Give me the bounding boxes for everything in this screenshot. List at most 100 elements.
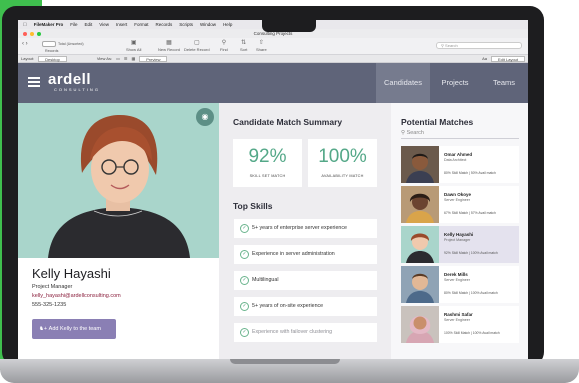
- layout-label: Layout:: [21, 56, 35, 61]
- delete-record-button[interactable]: ▢ Delete Record: [184, 40, 210, 52]
- potential-matches-panel: Potential Matches ⚲ Search Omar Ahmed Da…: [391, 103, 528, 360]
- share-button[interactable]: ⇧ Share: [256, 40, 267, 52]
- match-stats: 92% Skill Match | 100% Avail match: [444, 251, 498, 255]
- candidate-title: Project Manager: [32, 284, 73, 290]
- avatar: [401, 226, 439, 263]
- candidate-name: Kelly Hayashi: [32, 266, 111, 281]
- match-summary-panel: Candidate Match Summary 92% SKILL SET MA…: [219, 103, 391, 360]
- skill-match-value: 92%: [248, 146, 287, 167]
- share-label: Share: [256, 47, 267, 52]
- match-card[interactable]: Rashmi Safar Server Engineer 100% Skill …: [401, 306, 519, 343]
- toolbar-search-input[interactable]: ⚲ Search: [436, 42, 522, 49]
- match-name: Kelly Hayashi: [444, 232, 474, 237]
- apple-icon[interactable]: : [23, 22, 27, 28]
- menu-view[interactable]: View: [99, 22, 109, 27]
- brand-logo: ardell CONSULTING: [48, 72, 100, 92]
- skill-item: ✓ Experience with failover clustering: [234, 323, 377, 342]
- menu-records[interactable]: Records: [156, 22, 173, 27]
- menu-window[interactable]: Window: [200, 22, 216, 27]
- menu-format[interactable]: Format: [134, 22, 148, 27]
- candidate-phone: 555-325-1235: [32, 302, 67, 308]
- new-record-label: New Record: [158, 47, 181, 52]
- close-window-button[interactable]: [23, 32, 27, 36]
- menu-help[interactable]: Help: [223, 22, 232, 27]
- brand-subtitle: CONSULTING: [54, 87, 100, 92]
- candidate-portrait: [18, 103, 219, 258]
- sort-button[interactable]: ⇅ Sort: [240, 40, 247, 52]
- new-record-button[interactable]: ▦ New Record: [158, 40, 180, 52]
- match-name: Derek Mills: [444, 272, 468, 277]
- share-icon: ⇧: [258, 40, 264, 46]
- match-stats: 100% Skill Match | 100% Avail match: [444, 331, 500, 335]
- availability-match-value: 100%: [318, 146, 367, 167]
- find-icon: ⚲: [221, 40, 227, 46]
- find-button[interactable]: ⚲ Find: [220, 40, 228, 52]
- camera-notch: [262, 20, 316, 32]
- match-stats: 67% Skill Match | 57% Avail match: [444, 211, 496, 215]
- skill-item: ✓ 5+ years of on-site experience: [234, 297, 377, 316]
- text-format-button[interactable]: Aa: [482, 56, 487, 62]
- match-role: Project Manager: [444, 237, 471, 242]
- show-all-button[interactable]: ▣ Show All: [126, 40, 141, 52]
- avatar: [401, 146, 439, 183]
- layout-bar: Layout: Desktop View As: ▭ ☰ ▦ Preview A…: [18, 55, 528, 63]
- laptop-bezel:  FileMaker Pro File Edit View Insert Fo…: [2, 6, 544, 366]
- add-person-icon: ♞+: [39, 326, 49, 332]
- skill-text: 5+ years of on-site experience: [252, 303, 324, 309]
- candidate-photo: ◉: [18, 103, 219, 258]
- edit-layout-button[interactable]: Edit Layout: [490, 55, 525, 62]
- check-circle-icon: ✓: [240, 250, 249, 259]
- menu-insert[interactable]: Insert: [116, 22, 127, 27]
- matches-search-input[interactable]: ⚲ Search: [401, 130, 424, 136]
- minimize-window-button[interactable]: [30, 32, 34, 36]
- candidate-email[interactable]: kelly_hayashi@ardellconsulting.com: [32, 293, 121, 299]
- match-name: Rashmi Safar: [444, 312, 473, 317]
- avatar: [401, 186, 439, 223]
- show-all-icon: ▣: [130, 40, 137, 46]
- match-card-selected[interactable]: Kelly Hayashi Project Manager 92% Skill …: [401, 226, 519, 263]
- view-as-list-icon[interactable]: ☰: [124, 56, 128, 61]
- record-total: Total (Unsorted): [58, 42, 84, 46]
- add-to-team-button[interactable]: ♞+ Add Kelly to the team: [32, 319, 116, 339]
- matches-title: Potential Matches: [401, 117, 474, 127]
- match-card[interactable]: Derek Mills Server Engineer 80% Skill Ma…: [401, 266, 519, 303]
- preview-button[interactable]: Preview: [139, 55, 168, 62]
- delete-record-icon: ▢: [193, 40, 200, 46]
- candidate-profile: ◉ Kelly Hayashi Project Manager kelly_ha…: [18, 103, 219, 360]
- summary-title: Candidate Match Summary: [233, 117, 343, 127]
- view-as-table-icon[interactable]: ▦: [131, 56, 135, 61]
- view-as-form-icon[interactable]: ▭: [116, 56, 120, 61]
- match-role: Server Engineer: [444, 277, 470, 282]
- show-all-label: Show All: [126, 47, 142, 52]
- tab-teams[interactable]: Teams: [480, 63, 528, 103]
- menu-scripts[interactable]: Scripts: [179, 22, 193, 27]
- delete-record-label: Delete Record: [184, 47, 210, 52]
- zoom-window-button[interactable]: [37, 32, 41, 36]
- menu-edit[interactable]: Edit: [85, 22, 93, 27]
- hamburger-menu-icon[interactable]: [28, 77, 40, 87]
- top-skills-title: Top Skills: [233, 201, 273, 211]
- add-to-team-label: Add Kelly to the team: [48, 326, 101, 332]
- menu-file[interactable]: File: [70, 22, 77, 27]
- skill-text: Experience with failover clustering: [252, 329, 333, 335]
- skill-text: 5+ years of enterprise server experience: [252, 225, 347, 231]
- match-role: Server Engineer: [444, 317, 470, 322]
- camera-icon[interactable]: ◉: [196, 108, 214, 126]
- window-controls: [23, 32, 41, 36]
- sort-label: Sort: [240, 47, 248, 52]
- match-stats: 80% Skill Match | 50% Avail match: [444, 171, 496, 175]
- match-card[interactable]: Dawn Okoye Server Engineer 67% Skill Mat…: [401, 186, 519, 223]
- new-record-icon: ▦: [166, 40, 172, 46]
- record-number-field[interactable]: [42, 41, 56, 47]
- availability-match-label: AVAILABILITY MATCH: [321, 174, 364, 178]
- check-circle-icon: ✓: [240, 276, 249, 285]
- tab-projects[interactable]: Projects: [430, 63, 480, 103]
- skill-item: ✓ Multilingual: [234, 271, 377, 290]
- layout-select[interactable]: Desktop: [38, 55, 67, 62]
- menu-app-name[interactable]: FileMaker Pro: [34, 22, 64, 27]
- skill-match-label: SKILL SET MATCH: [249, 174, 286, 178]
- tab-candidates[interactable]: Candidates: [376, 63, 430, 103]
- find-label: Find: [220, 47, 228, 52]
- record-nav-arrows[interactable]: ‹ ›: [22, 41, 28, 47]
- match-card[interactable]: Omar Ahmed Data Architect 80% Skill Matc…: [401, 146, 519, 183]
